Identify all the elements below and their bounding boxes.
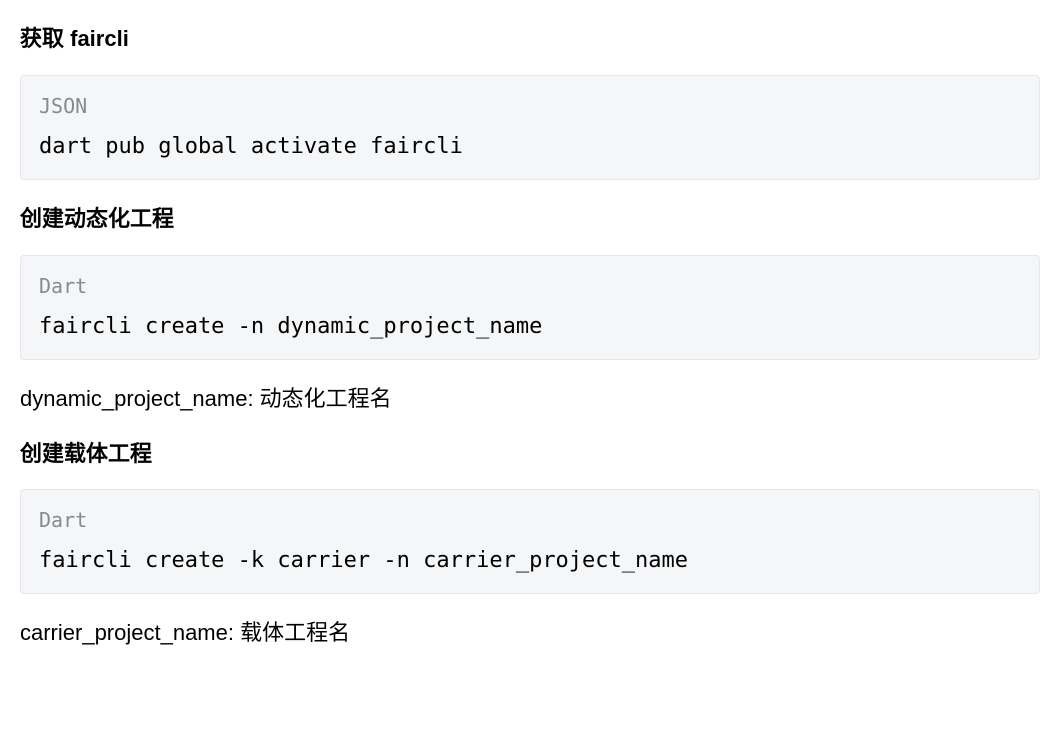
code-content: faircli create -k carrier -n carrier_pro… bbox=[39, 548, 688, 573]
code-content: dart pub global activate faircli bbox=[39, 134, 463, 159]
code-content: faircli create -n dynamic_project_name bbox=[39, 314, 542, 339]
code-block-create-dynamic: Dart faircli create -n dynamic_project_n… bbox=[20, 255, 1040, 360]
code-block-get-faircli: JSON dart pub global activate faircli bbox=[20, 75, 1040, 180]
description-carrier: carrier_project_name: 载体工程名 bbox=[20, 616, 1040, 649]
description-dynamic: dynamic_project_name: 动态化工程名 bbox=[20, 382, 1040, 415]
code-lang-label: JSON bbox=[39, 94, 1021, 118]
code-lang-label: Dart bbox=[39, 274, 1021, 298]
code-lang-label: Dart bbox=[39, 508, 1021, 532]
section-heading-create-dynamic: 创建动态化工程 bbox=[20, 204, 1040, 235]
section-heading-create-carrier: 创建载体工程 bbox=[20, 439, 1040, 470]
code-block-create-carrier: Dart faircli create -k carrier -n carrie… bbox=[20, 489, 1040, 594]
section-heading-get-faircli: 获取 faircli bbox=[20, 24, 1040, 55]
